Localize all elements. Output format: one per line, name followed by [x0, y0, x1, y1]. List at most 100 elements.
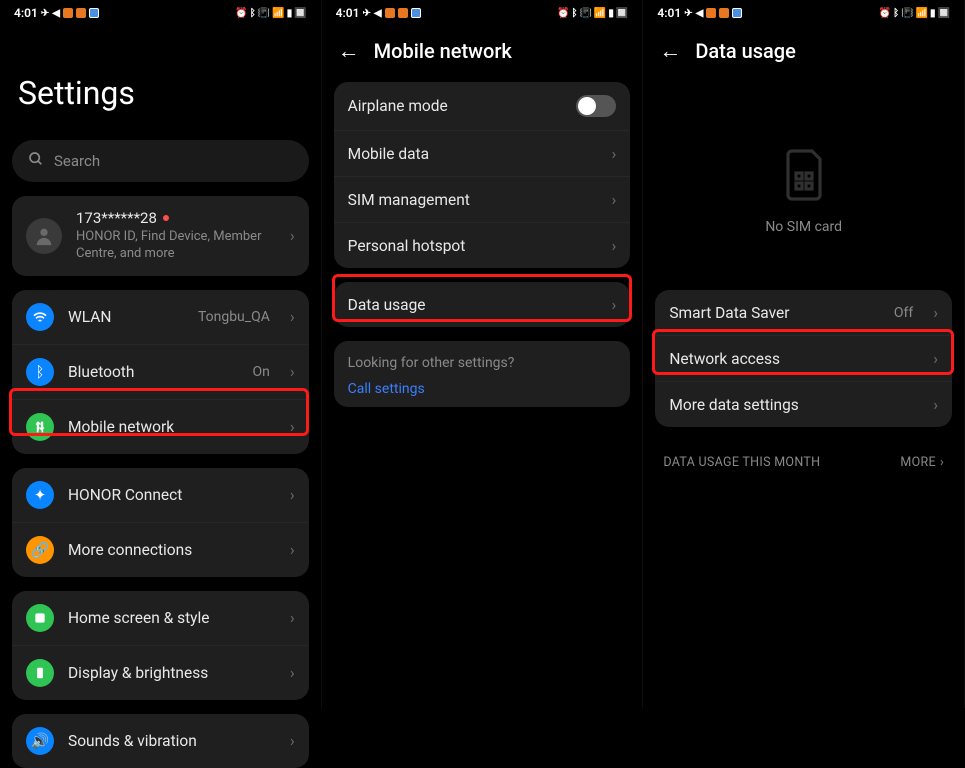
battery-icon: 🔲: [938, 8, 950, 19]
display-brightness-row[interactable]: Display & brightness ›: [12, 645, 309, 700]
chevron-right-icon: ›: [612, 144, 617, 163]
search-input[interactable]: Search: [12, 140, 309, 182]
back-button[interactable]: ←: [659, 38, 681, 64]
item-label: Network access: [669, 350, 913, 368]
wifi-icon: 📶: [272, 8, 284, 19]
app-icon-orange: [385, 8, 395, 18]
honor-connect-row[interactable]: ✦ HONOR Connect ›: [12, 468, 309, 522]
search-placeholder: Search: [54, 152, 100, 170]
network-access-row[interactable]: Network access ›: [655, 335, 952, 381]
item-label: SIM management: [348, 191, 592, 209]
chevron-right-icon: ›: [612, 295, 617, 314]
item-label: More data settings: [669, 396, 913, 414]
vibrate-icon: 📳: [258, 8, 270, 19]
personal-hotspot-row[interactable]: Personal hotspot ›: [334, 222, 631, 268]
more-connections-row[interactable]: 🔗 More connections ›: [12, 522, 309, 577]
bluetooth-icon: ᛒ: [893, 8, 899, 19]
mobile-data-row[interactable]: Mobile data ›: [334, 130, 631, 176]
telegram-icon: ✈: [363, 8, 371, 19]
wlan-row[interactable]: WLAN Tongbu_QA ›: [12, 290, 309, 344]
notification-dot-icon: [163, 215, 169, 221]
battery-icon: 🔲: [616, 8, 628, 19]
honor-connect-icon: ✦: [26, 481, 54, 509]
send-icon: ◀: [374, 8, 382, 19]
smart-data-saver-row[interactable]: Smart Data Saver Off ›: [655, 290, 952, 335]
sounds-group: 🔊 Sounds & vibration ›: [12, 714, 309, 768]
send-icon: ◀: [52, 8, 60, 19]
home-screen-row[interactable]: Home screen & style ›: [12, 591, 309, 645]
chevron-right-icon: ›: [612, 190, 617, 209]
sim-card-icon: [780, 147, 828, 203]
usage-section-header: DATA USAGE THIS MONTH MORE ›: [643, 441, 964, 470]
bluetooth-icon: ᛒ: [571, 8, 577, 19]
item-label: HONOR Connect: [68, 486, 270, 504]
data-usage-row[interactable]: Data usage ›: [334, 282, 631, 327]
connect-group: ✦ HONOR Connect › 🔗 More connections ›: [12, 468, 309, 577]
no-sim-block: No SIM card: [643, 82, 964, 290]
telegram-icon: ✈: [41, 8, 49, 19]
data-saver-group: Smart Data Saver Off › Network access › …: [655, 290, 952, 427]
section-label: DATA USAGE THIS MONTH: [663, 455, 820, 470]
vibrate-icon: 📳: [901, 8, 913, 19]
send-icon: ◀: [696, 8, 704, 19]
item-label: Mobile data: [348, 145, 592, 163]
data-usage-group: Data usage ›: [334, 282, 631, 327]
chevron-right-icon: ›: [290, 362, 295, 381]
airplane-mode-row[interactable]: Airplane mode: [334, 82, 631, 130]
mobile-network-icon: ⇅: [26, 413, 54, 441]
item-value: Tongbu_QA: [198, 309, 270, 325]
wifi-icon: 📶: [594, 8, 606, 19]
avatar-icon: [26, 218, 62, 254]
call-settings-link[interactable]: Call settings: [348, 381, 617, 397]
more-link[interactable]: MORE ›: [900, 455, 944, 470]
account-row[interactable]: 173******28 HONOR ID, Find Device, Membe…: [12, 196, 309, 276]
item-label: Personal hotspot: [348, 237, 592, 255]
item-label: Home screen & style: [68, 609, 270, 627]
more-data-settings-row[interactable]: More data settings ›: [655, 381, 952, 427]
link-icon: 🔗: [26, 536, 54, 564]
sound-icon: 🔊: [26, 727, 54, 755]
vibrate-icon: 📳: [579, 8, 591, 19]
app-icon-orange: [76, 8, 86, 18]
chevron-right-icon: ›: [290, 731, 295, 750]
app-icon-orange: [719, 8, 729, 18]
wifi-icon: 📶: [916, 8, 928, 19]
chevron-right-icon: ›: [290, 663, 295, 682]
wifi-icon: [26, 303, 54, 331]
display-group: Home screen & style › Display & brightne…: [12, 591, 309, 700]
status-bar: 4:01 ✈ ◀ ⏰ ᛒ 📳 📶 ▮ 🔲: [643, 0, 964, 24]
app-icon-blue: [411, 8, 421, 18]
app-icon-orange: [706, 8, 716, 18]
network-settings-group: Airplane mode Mobile data › SIM manageme…: [334, 82, 631, 268]
bluetooth-row[interactable]: ᛒ Bluetooth On ›: [12, 344, 309, 399]
item-label: Display & brightness: [68, 664, 270, 682]
app-icon-orange: [398, 8, 408, 18]
item-label: Sounds & vibration: [68, 732, 270, 750]
page-title: Mobile network: [374, 39, 512, 63]
chevron-right-icon: ›: [290, 608, 295, 627]
alarm-icon: ⏰: [235, 8, 247, 19]
alarm-icon: ⏰: [557, 8, 569, 19]
airplane-toggle[interactable]: [576, 95, 616, 117]
sounds-row[interactable]: 🔊 Sounds & vibration ›: [12, 714, 309, 768]
item-label: Mobile network: [68, 418, 270, 436]
search-icon: [28, 151, 44, 171]
app-icon-orange: [63, 8, 73, 18]
more-label: MORE: [900, 455, 936, 470]
back-button[interactable]: ←: [338, 38, 360, 64]
item-value: Off: [894, 305, 913, 321]
status-time: 4:01: [657, 6, 681, 20]
chevron-right-icon: ›: [612, 236, 617, 255]
status-bar: 4:01 ✈ ◀ ⏰ ᛒ 📳 📶 ▮ 🔲: [0, 0, 321, 24]
home-icon: [26, 604, 54, 632]
item-label: More connections: [68, 541, 270, 559]
signal-icon: ▮: [608, 8, 614, 19]
bluetooth-icon: ᛒ: [26, 358, 54, 386]
app-icon-blue: [732, 8, 742, 18]
chevron-right-icon: ›: [290, 226, 295, 245]
mobile-network-row[interactable]: ⇅ Mobile network ›: [12, 399, 309, 454]
sim-management-row[interactable]: SIM management ›: [334, 176, 631, 222]
looking-for-block: Looking for other settings? Call setting…: [334, 341, 631, 407]
telegram-icon: ✈: [684, 8, 692, 19]
status-time: 4:01: [336, 6, 360, 20]
